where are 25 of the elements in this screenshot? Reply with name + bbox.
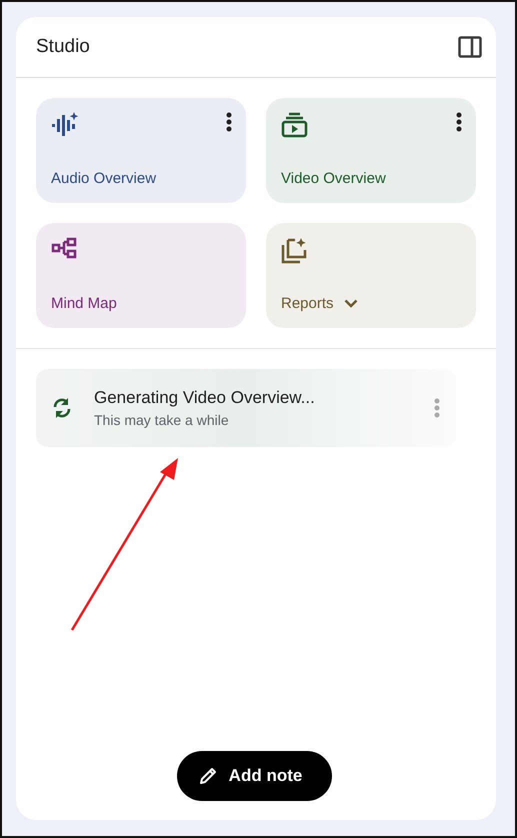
panel-title: Studio bbox=[36, 36, 90, 58]
sync-icon bbox=[52, 397, 72, 419]
tile-label: Video Overview bbox=[281, 170, 386, 187]
studio-tile[interactable]: Mind Map bbox=[36, 223, 246, 328]
add-note-button[interactable]: Add note bbox=[176, 751, 332, 801]
tile-label: Reports bbox=[281, 295, 334, 312]
studio-tile[interactable]: Audio Overview bbox=[36, 98, 246, 203]
studio-tile[interactable]: Video Overview bbox=[266, 98, 476, 203]
tile-label: Audio Overview bbox=[51, 170, 156, 187]
side-panel-toggle-icon[interactable] bbox=[458, 36, 482, 58]
task-title: Generating Video Overview... bbox=[94, 388, 316, 408]
more-button[interactable] bbox=[226, 112, 232, 132]
waveform-sparkle-icon bbox=[51, 112, 79, 138]
pencil-icon bbox=[198, 767, 217, 785]
reports-sparkle-icon bbox=[281, 237, 308, 264]
chevron-down-icon[interactable] bbox=[344, 299, 358, 308]
more-icon bbox=[434, 398, 440, 418]
more-icon bbox=[226, 112, 232, 132]
video-stack-icon bbox=[281, 112, 308, 138]
task-subtitle: This may take a while bbox=[94, 412, 230, 428]
more-button[interactable] bbox=[456, 112, 462, 132]
studio-tile[interactable]: Reports bbox=[266, 223, 476, 328]
more-icon bbox=[456, 112, 462, 132]
mind-map-icon bbox=[51, 237, 77, 259]
tile-label: Mind Map bbox=[51, 295, 117, 312]
